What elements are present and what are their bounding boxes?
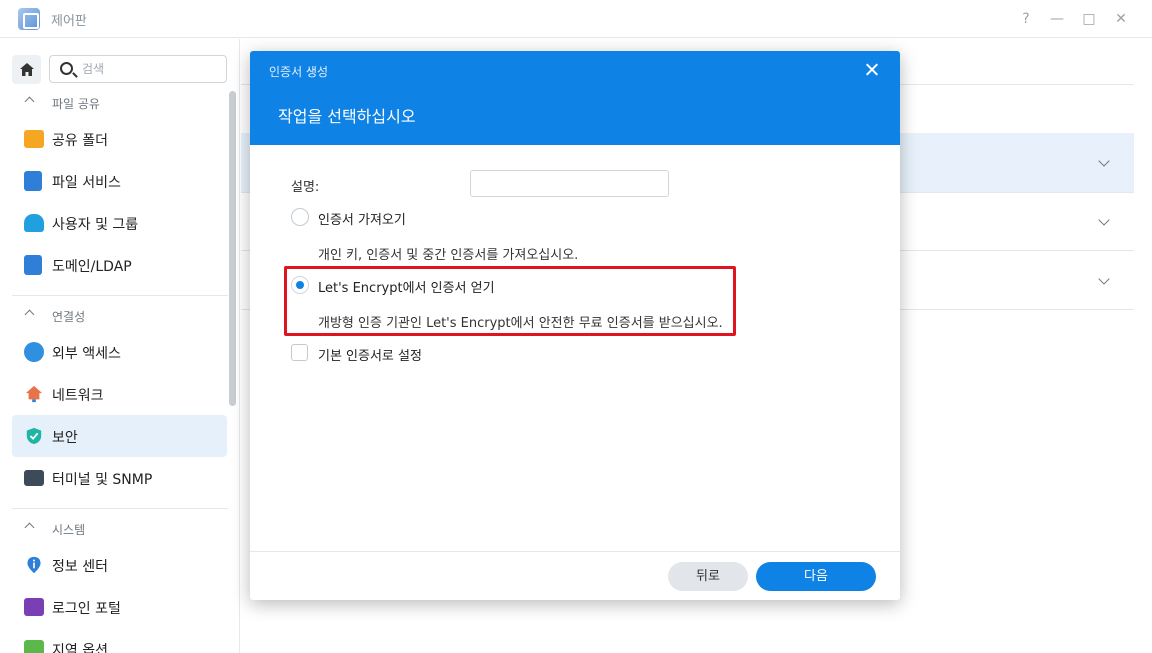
folder-icon: [24, 130, 44, 148]
section-header-file-sharing[interactable]: 파일 공유: [24, 95, 100, 112]
option-lets-encrypt-help: 개방형 인증 기관인 Let's Encrypt에서 안전한 무료 인증서를 받…: [318, 316, 723, 331]
sidebar-divider: [12, 295, 228, 296]
minimize-icon[interactable]: —: [1046, 8, 1068, 30]
sidebar-item-shared-folder[interactable]: 공유 폴더: [12, 118, 227, 160]
sidebar-item-external-access[interactable]: 외부 액세스: [12, 331, 227, 373]
title-bar: 제어판 ? — □ ✕: [0, 0, 1152, 38]
regional-options-icon: [24, 640, 44, 653]
sidebar-item-users-groups[interactable]: 사용자 및 그룹: [12, 202, 227, 244]
help-icon[interactable]: ?: [1015, 8, 1037, 30]
dialog-subtitle: 작업을 선택하십시오: [278, 107, 416, 126]
create-certificate-dialog: 인증서 생성 작업을 선택하십시오 설명: 인증서 가져오기 개인 키, 인증서…: [250, 51, 900, 600]
chevron-up-icon: [24, 522, 35, 533]
sidebar-item-info-center[interactable]: 정보 센터: [12, 544, 227, 586]
file-services-icon: [24, 171, 42, 191]
description-label: 설명:: [291, 180, 320, 195]
users-icon: [24, 214, 44, 232]
terminal-icon: [24, 470, 44, 486]
default-certificate-label[interactable]: 기본 인증서로 설정: [318, 345, 422, 364]
control-panel-icon: [18, 8, 40, 30]
shield-icon: [26, 427, 42, 445]
external-access-icon: [24, 342, 44, 362]
chevron-up-icon: [24, 96, 35, 107]
home-button[interactable]: [12, 55, 41, 84]
sidebar-item-network[interactable]: 네트워크: [12, 373, 227, 415]
dialog-title: 인증서 생성: [269, 65, 329, 79]
section-header-connectivity[interactable]: 연결성: [24, 308, 85, 325]
option-import-certificate-help: 개인 키, 인증서 및 중간 인증서를 가져오십시오.: [318, 248, 579, 263]
search-input[interactable]: [82, 60, 222, 78]
default-certificate-checkbox[interactable]: [291, 344, 308, 361]
radio-lets-encrypt[interactable]: [291, 276, 309, 294]
option-import-certificate-label[interactable]: 인증서 가져오기: [318, 209, 406, 228]
close-icon[interactable]: [864, 62, 880, 78]
sidebar-item-domain-ldap[interactable]: 도메인/LDAP: [12, 244, 227, 286]
search-box[interactable]: [49, 55, 227, 83]
login-portal-icon: [24, 598, 44, 616]
domain-icon: [24, 255, 42, 275]
window-close-icon[interactable]: ✕: [1110, 8, 1132, 30]
description-input[interactable]: [470, 170, 669, 197]
network-icon: [25, 385, 43, 403]
option-lets-encrypt-label[interactable]: Let's Encrypt에서 인증서 얻기: [318, 277, 495, 296]
sidebar: 파일 공유 공유 폴더 파일 서비스 사용자 및 그룹 도메인/LDAP 연결성…: [0, 39, 240, 653]
window-title: 제어판: [51, 14, 87, 29]
info-icon: [27, 556, 41, 574]
sidebar-scrollbar[interactable]: [229, 91, 236, 406]
sidebar-item-login-portal[interactable]: 로그인 포털: [12, 586, 227, 628]
next-button[interactable]: 다음: [756, 562, 876, 591]
sidebar-divider: [12, 508, 228, 509]
sidebar-item-file-services[interactable]: 파일 서비스: [12, 160, 227, 202]
dialog-header: 인증서 생성 작업을 선택하십시오: [250, 51, 900, 145]
sidebar-item-terminal-snmp[interactable]: 터미널 및 SNMP: [12, 457, 227, 499]
section-header-system[interactable]: 시스템: [24, 521, 85, 538]
maximize-icon[interactable]: □: [1078, 8, 1100, 30]
sidebar-item-regional-options[interactable]: 지역 옵션: [12, 628, 227, 653]
radio-import-certificate[interactable]: [291, 208, 309, 226]
dialog-footer-divider: [250, 551, 900, 552]
chevron-up-icon: [24, 309, 35, 320]
back-button[interactable]: 뒤로: [668, 562, 748, 591]
sidebar-item-security[interactable]: 보안: [12, 415, 227, 457]
search-icon: [60, 62, 73, 75]
home-icon: [19, 63, 34, 76]
